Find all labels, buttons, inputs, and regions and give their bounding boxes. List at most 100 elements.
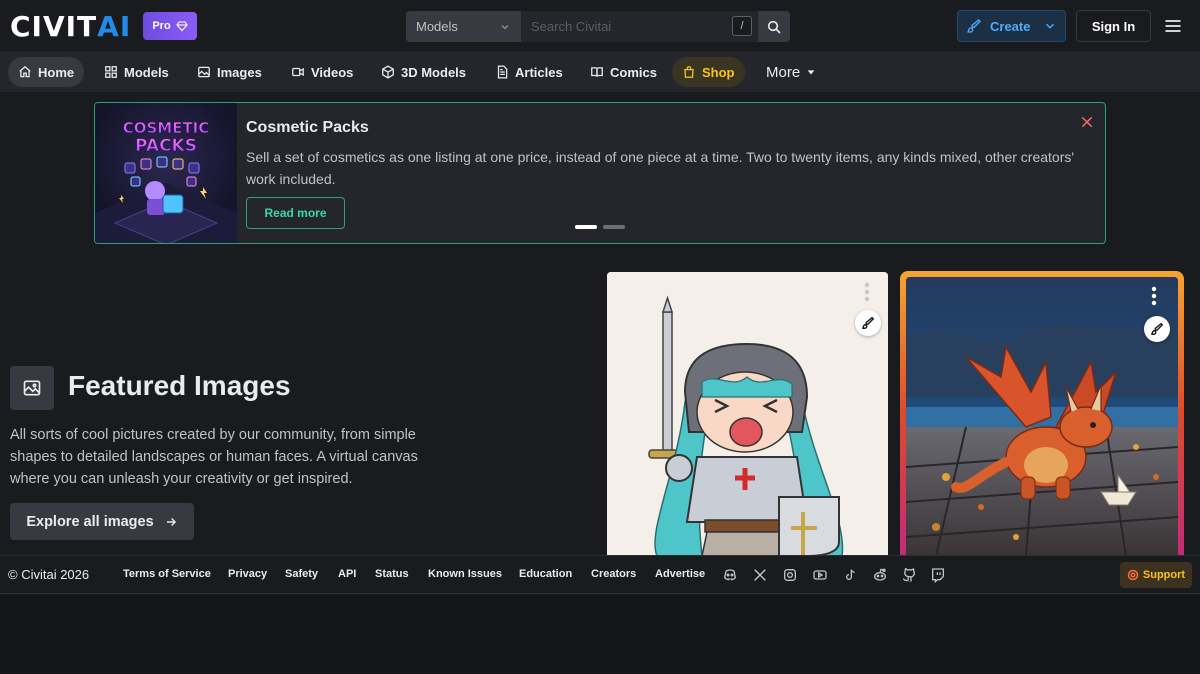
carousel-indicators	[575, 225, 625, 229]
chibi-knight-image	[607, 272, 888, 556]
shopping-bag-icon	[684, 66, 694, 78]
explore-label: Explore all images	[26, 513, 154, 530]
x-icon[interactable]	[752, 567, 768, 583]
nav-item-label: Comics	[610, 64, 657, 80]
fire-dragon-image	[906, 277, 1178, 556]
nav-item-models[interactable]: Models	[94, 57, 179, 87]
arrow-right-icon	[166, 517, 176, 526]
search-button[interactable]	[758, 11, 790, 42]
nav-item-label: Shop	[702, 64, 735, 80]
footer-link-education[interactable]: Education	[519, 568, 572, 580]
kebab-icon	[864, 282, 870, 302]
search-category-select[interactable]: Models	[406, 11, 521, 42]
cosmetic-packs-illustration: COSMETIC PACKS	[95, 103, 237, 243]
video-icon	[292, 67, 304, 77]
book-icon	[591, 67, 603, 77]
chevron-down-icon	[501, 24, 509, 29]
nav-more-label: More	[766, 63, 801, 81]
footer-link-api[interactable]: API	[338, 568, 356, 580]
nav-item-3d-models[interactable]: 3D Models	[371, 57, 476, 87]
featured-images-description: All sorts of cool pictures created by ou…	[10, 427, 418, 487]
nav-item-home[interactable]: Home	[8, 57, 85, 87]
search-category-value: Models	[416, 19, 458, 34]
pro-button[interactable]: Pro	[143, 12, 197, 40]
nav-item-label: Models	[124, 64, 169, 80]
nav-more-dropdown[interactable]: More	[756, 57, 826, 87]
photo-icon	[198, 66, 210, 78]
support-label: Support	[1142, 569, 1186, 581]
nav-item-comics[interactable]: Comics	[580, 57, 667, 87]
lifebuoy-icon	[1127, 569, 1139, 581]
explore-all-images-button[interactable]: Explore all images	[10, 503, 194, 540]
sign-in-button[interactable]: Sign In	[1076, 10, 1151, 42]
nav-item-images[interactable]: Images	[187, 57, 272, 87]
featured-image-card-highlighted[interactable]	[900, 271, 1184, 556]
search-icon	[767, 20, 781, 34]
brush-icon	[1151, 322, 1164, 335]
copyright-text: © Civitai 2026	[8, 567, 90, 582]
page-bottom-background	[0, 595, 1200, 674]
photo-icon	[23, 380, 41, 396]
caret-down-icon	[807, 70, 815, 75]
footer-link-terms[interactable]: Terms of Service	[123, 568, 211, 580]
diamond-icon	[175, 21, 188, 32]
github-icon[interactable]	[901, 567, 917, 583]
featured-images-title: Featured Images	[68, 370, 291, 401]
carousel-dot-active[interactable]	[575, 225, 597, 229]
reddit-icon[interactable]	[872, 567, 888, 583]
menu-icon	[1165, 20, 1181, 32]
cosmetic-packs-art: COSMETIC PACKS	[95, 119, 237, 243]
remix-button[interactable]	[855, 310, 881, 336]
support-button[interactable]: Support	[1120, 562, 1192, 588]
nav-item-label: Videos	[311, 64, 354, 80]
tiktok-icon[interactable]	[842, 567, 858, 583]
nav-item-label: Images	[217, 64, 262, 80]
grid-icon	[105, 66, 117, 78]
search-input[interactable]	[521, 11, 758, 42]
cube-icon	[382, 65, 394, 79]
create-dropdown-toggle[interactable]	[1043, 19, 1057, 33]
hamburger-menu-button[interactable]	[1163, 16, 1183, 36]
search-shortcut-key: /	[732, 16, 752, 36]
footer-link-privacy[interactable]: Privacy	[228, 568, 267, 580]
footer-link-creators[interactable]: Creators	[591, 568, 636, 580]
carousel-dot[interactable]	[603, 225, 625, 229]
image-options-button[interactable]	[1144, 286, 1164, 306]
featured-images-icon-box	[10, 366, 54, 410]
featured-image-card[interactable]	[607, 272, 888, 556]
chevron-down-icon	[1045, 23, 1055, 29]
nav-item-articles[interactable]: Articles	[485, 57, 573, 87]
nav-item-shop[interactable]: Shop	[672, 57, 745, 87]
nav-item-videos[interactable]: Videos	[281, 57, 363, 87]
close-icon	[1081, 116, 1093, 128]
instagram-icon[interactable]	[782, 567, 798, 583]
banner-art-text-2: PACKS	[135, 136, 197, 156]
youtube-icon[interactable]	[812, 567, 828, 583]
create-label: Create	[990, 18, 1031, 34]
footer-link-safety[interactable]: Safety	[285, 568, 318, 580]
footer-link-status[interactable]: Status	[375, 568, 409, 580]
top-header: CIVITAI Pro Models / Create Sign In	[0, 0, 1200, 52]
pro-label: Pro	[152, 20, 171, 32]
nav-item-label: Home	[38, 64, 75, 80]
kebab-icon	[1151, 286, 1157, 306]
remix-button[interactable]	[1144, 316, 1170, 342]
image-options-button[interactable]	[857, 282, 877, 302]
read-more-button[interactable]: Read more	[246, 197, 345, 229]
create-button[interactable]: Create	[957, 10, 1066, 42]
nav-item-label: Articles	[515, 64, 563, 80]
banner-art-text-1: COSMETIC	[123, 119, 210, 137]
site-footer: © Civitai 2026 Terms of Service Privacy …	[0, 555, 1200, 594]
announcement-banner: COSMETIC PACKS Cosmetic Packs Sell a set…	[94, 102, 1106, 244]
discord-icon[interactable]	[722, 567, 738, 583]
civitai-logo[interactable]: CIVIT AI	[10, 9, 132, 43]
main-nav: Home Models Images Videos 3D Models Arti…	[0, 52, 1200, 92]
banner-title: Cosmetic Packs	[246, 119, 369, 136]
twitch-icon[interactable]	[930, 567, 946, 583]
footer-link-advertise[interactable]: Advertise	[655, 568, 705, 580]
home-icon	[19, 65, 31, 78]
logo-accent-text: AI	[97, 9, 132, 43]
footer-link-known-issues[interactable]: Known Issues	[428, 568, 502, 580]
nav-item-label: 3D Models	[401, 64, 467, 80]
close-banner-button[interactable]	[1079, 114, 1095, 130]
